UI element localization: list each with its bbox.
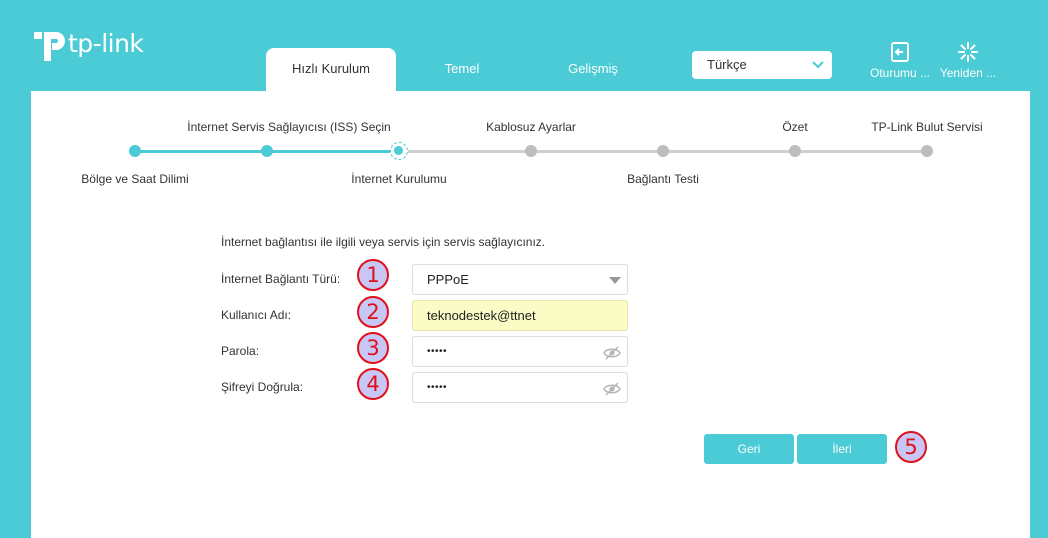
annotation-badge-5: 5 [895,431,927,463]
confirm-password-value: ••••• [427,382,448,393]
step-label-internet: İnternet Kurulumu [351,172,447,186]
annotation-badge-4: 4 [357,368,389,400]
step-label-isp: İnternet Servis Sağlayıcısı (ISS) Seçin [187,120,391,134]
back-button[interactable]: Geri [704,434,794,464]
eye-off-icon[interactable] [603,380,621,409]
main-panel: Bölge ve Saat Dilimi İnternet Servis Sağ… [31,91,1030,538]
reboot-icon [935,40,1001,64]
connection-type-value: PPPoE [427,272,469,287]
chevron-down-icon [812,51,824,88]
password-value: ••••• [427,346,448,357]
step-dot-wireless [525,145,537,157]
logout-icon [867,40,933,64]
password-label: Parola: [221,344,260,358]
username-input[interactable]: teknodestek@ttnet [412,300,628,331]
password-input[interactable]: ••••• [412,336,628,367]
reboot-button[interactable]: Yeniden ... [935,40,1001,80]
brand-name: tp-link [68,28,144,58]
tab-basic[interactable]: Temel [397,48,527,92]
step-label-test: Bağlantı Testi [627,172,699,186]
eye-off-icon[interactable] [603,344,621,373]
step-label-cloud: TP-Link Bulut Servisi [871,120,983,134]
logout-button[interactable]: Oturumu ... [867,40,933,80]
language-select[interactable]: Türkçe [692,51,832,79]
tab-quick-setup[interactable]: Hızlı Kurulum [266,48,396,92]
username-value: teknodestek@ttnet [427,308,536,323]
annotation-badge-1: 1 [357,259,389,291]
connection-type-label: İnternet Bağlantı Türü: [221,272,341,286]
annotation-badge-3: 3 [357,332,389,364]
step-dot-isp [261,145,273,157]
confirm-password-label: Şifreyi Doğrula: [221,380,304,394]
next-button[interactable]: İleri [797,434,887,464]
step-dot-internet [390,142,408,160]
reboot-label: Yeniden ... [939,66,997,80]
step-label-summary: Özet [782,120,808,134]
step-label-wireless: Kablosuz Ayarlar [486,120,576,134]
step-dot-summary [789,145,801,157]
tp-link-logo-icon [34,32,65,61]
logout-label: Oturumu ... [869,66,931,80]
language-selected: Türkçe [707,57,747,72]
step-label-region: Bölge ve Saat Dilimi [81,172,189,186]
step-dot-region [129,145,141,157]
caret-down-icon [609,277,621,284]
form-intro-text: İnternet bağlantısı ile ilgili veya serv… [221,235,546,249]
step-dot-test [657,145,669,157]
tp-link-logo: tp-link [30,24,144,62]
connection-type-select[interactable]: PPPoE [412,264,628,295]
step-dot-cloud [921,145,933,157]
annotation-badge-2: 2 [357,296,389,328]
username-label: Kullanıcı Adı: [221,308,292,322]
tab-advanced[interactable]: Gelişmiş [528,48,658,92]
confirm-password-input[interactable]: ••••• [412,372,628,403]
